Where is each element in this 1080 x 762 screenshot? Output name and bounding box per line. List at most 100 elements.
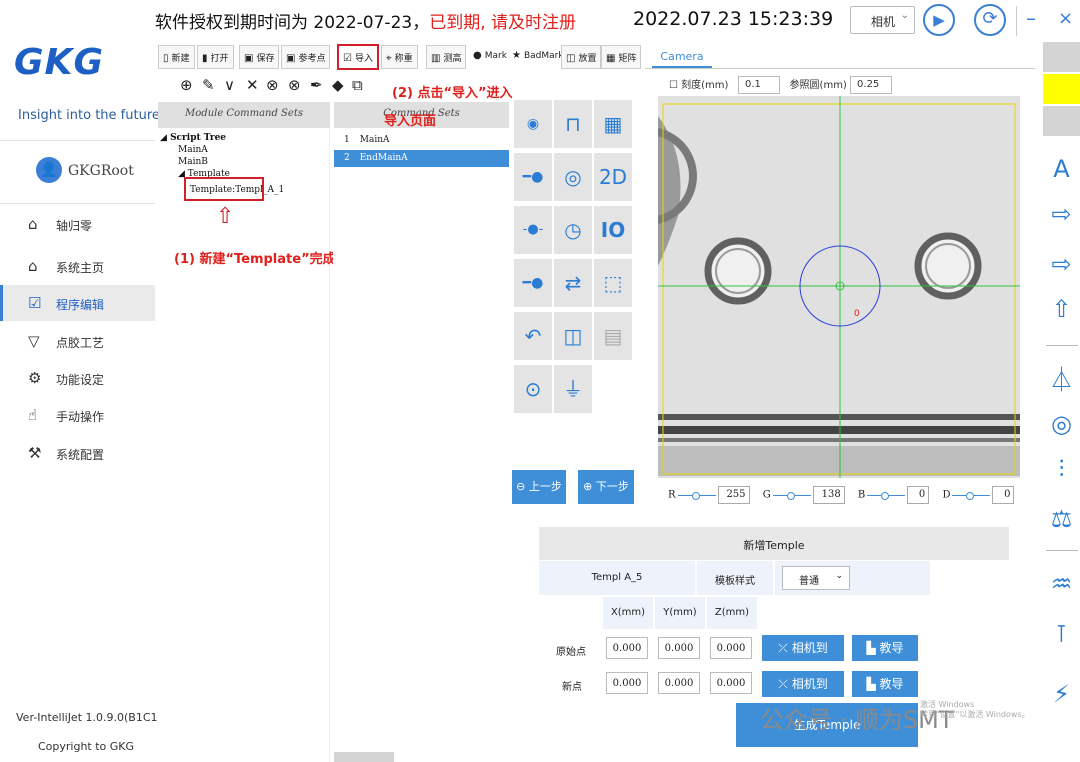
arrow-right-icon[interactable]: ⇨ bbox=[1043, 200, 1080, 228]
move-up-icon[interactable]: ⊗ bbox=[266, 76, 279, 94]
funnel-icon[interactable]: ⏃ bbox=[1043, 360, 1080, 395]
import-button[interactable]: ☑ 导入 bbox=[337, 44, 379, 70]
tree-item[interactable]: MainB bbox=[160, 156, 284, 168]
reference-icon: ▣ bbox=[286, 53, 296, 64]
teach-button[interactable]: ▙ 教导 bbox=[852, 671, 918, 697]
save-button[interactable]: ▣ 保存 bbox=[239, 45, 280, 69]
arrow-right-icon[interactable]: ⇨ bbox=[1043, 250, 1080, 278]
check-icon[interactable]: ∨ bbox=[224, 76, 235, 94]
pen-icon[interactable]: ✒ bbox=[310, 76, 323, 94]
value-g[interactable]: 138 bbox=[812, 486, 845, 504]
tree-item[interactable]: MainA bbox=[160, 144, 284, 156]
drops-icon[interactable]: ♒ bbox=[1043, 570, 1080, 598]
nav-item-function-settings[interactable]: ⚙ 功能设定 bbox=[0, 360, 155, 396]
arc-icon[interactable]: ↶ bbox=[514, 312, 552, 360]
run-icon[interactable]: ⚡ bbox=[1043, 680, 1080, 708]
valve-icon[interactable]: ⏚ bbox=[554, 365, 592, 413]
fill-icon[interactable]: ◆ bbox=[332, 76, 344, 94]
delete-icon[interactable]: ✕ bbox=[246, 76, 259, 94]
line-end-icon[interactable]: ━● bbox=[514, 259, 552, 307]
dispense-icon[interactable]: ⫶ bbox=[1043, 455, 1080, 483]
new-y-input[interactable]: 0.000 bbox=[658, 672, 700, 694]
slider-r[interactable] bbox=[677, 491, 716, 500]
slider-d[interactable] bbox=[952, 491, 991, 500]
scale-select[interactable]: 0.1 bbox=[738, 76, 780, 94]
reference-point-button[interactable]: ▣ 参考点 bbox=[281, 45, 331, 69]
command-row-selected[interactable]: 2 EndMainA bbox=[334, 150, 509, 167]
nav-item-system-home[interactable]: ⌂ 系统主页 bbox=[0, 248, 155, 284]
target-icon[interactable]: ◎ bbox=[1043, 410, 1080, 438]
path-icon[interactable]: ⊓ bbox=[554, 100, 592, 148]
style-select[interactable]: 普通 ⌄ bbox=[782, 566, 850, 590]
camera-to-button[interactable]: ⤫ 相机到 bbox=[762, 671, 844, 697]
origin-z-input[interactable]: 0.000 bbox=[710, 637, 752, 659]
origin-y-input[interactable]: 0.000 bbox=[658, 637, 700, 659]
qr-icon[interactable]: ▦ bbox=[594, 100, 632, 148]
matrix-button[interactable]: ▦ 矩阵 bbox=[601, 45, 642, 69]
move-down-icon[interactable]: ⊗ bbox=[288, 76, 301, 94]
value-d[interactable]: 0 bbox=[992, 486, 1015, 504]
value-r[interactable]: 255 bbox=[717, 486, 750, 504]
folder-icon: ▮ bbox=[202, 53, 208, 64]
teach-button[interactable]: ▙ 教导 bbox=[852, 635, 918, 661]
slider-g[interactable] bbox=[772, 491, 811, 500]
copy-icon[interactable]: ⧉ bbox=[352, 76, 363, 94]
edit-icon[interactable]: ✎ bbox=[202, 76, 215, 94]
next-label: 下一步 bbox=[595, 480, 629, 493]
nav-label: 点胶工艺 bbox=[56, 336, 105, 350]
new-z-input[interactable]: 0.000 bbox=[710, 672, 752, 694]
template-name[interactable]: Templ A_5 bbox=[539, 561, 695, 595]
circle-icon[interactable]: ◎ bbox=[554, 153, 592, 201]
nav-item-program-edit[interactable]: ☑ 程序编辑 bbox=[0, 285, 155, 321]
form-title: 新增Temple bbox=[539, 527, 1009, 560]
module-panel bbox=[158, 102, 330, 762]
height-measure-button[interactable]: ▥ 测高 bbox=[426, 45, 467, 69]
ref-circle-input[interactable]: 0.25 bbox=[850, 76, 893, 94]
frame-icon[interactable]: ⬚ bbox=[594, 259, 632, 307]
value-b[interactable]: 0 bbox=[907, 486, 930, 504]
tree-root[interactable]: ◢ Script Tree bbox=[160, 132, 284, 144]
camera-select[interactable]: 相机 bbox=[850, 6, 915, 34]
camera-to-label: 相机到 bbox=[791, 677, 828, 691]
command-row[interactable]: 1 MainA bbox=[334, 132, 509, 149]
camera-view[interactable]: 0 bbox=[658, 96, 1020, 478]
line-start-icon[interactable]: ━● bbox=[514, 153, 552, 201]
version-label: Ver-IntelliJet 1.0.9.0(B1C1F1) bbox=[16, 711, 176, 724]
target-icon[interactable]: ⊙ bbox=[514, 365, 552, 413]
open-button[interactable]: ▮ 打开 bbox=[197, 45, 234, 69]
nav-item-dispense-process[interactable]: ▽ 点胶工艺 bbox=[0, 323, 155, 359]
nav-item-home-axis[interactable]: ⌂ 轴归零 bbox=[0, 206, 155, 242]
camera-to-button[interactable]: ⤫ 相机到 bbox=[762, 635, 844, 661]
balance-icon[interactable]: ⚖ bbox=[1043, 505, 1080, 533]
line-mid-icon[interactable]: -●- bbox=[514, 206, 552, 254]
nozzle-icon[interactable]: ⊺ bbox=[1043, 620, 1080, 648]
scale-checkbox[interactable]: ☐ bbox=[669, 80, 678, 91]
weigh-button[interactable]: ⌖ 称重 bbox=[381, 45, 418, 69]
io-icon[interactable]: IO bbox=[594, 206, 632, 254]
new-x-input[interactable]: 0.000 bbox=[606, 672, 648, 694]
mark-button[interactable]: ● Mark bbox=[469, 45, 511, 69]
close-button[interactable]: × bbox=[1058, 8, 1073, 29]
nav-item-manual-operation[interactable]: ☝ 手动操作 bbox=[0, 397, 155, 433]
minimize-button[interactable]: – bbox=[1026, 6, 1036, 30]
align-icon[interactable]: ◫ bbox=[554, 312, 592, 360]
badmark-button[interactable]: ★ BadMark bbox=[508, 45, 568, 69]
tab-camera[interactable]: Camera bbox=[652, 50, 712, 68]
origin-x-input[interactable]: 0.000 bbox=[606, 637, 648, 659]
prev-step-button[interactable]: ⊖ 上一步 bbox=[512, 470, 566, 504]
play-icon[interactable]: ▶ bbox=[923, 4, 955, 36]
2d-code-icon[interactable]: 2D bbox=[594, 153, 632, 201]
place-button[interactable]: ◫ 放置 bbox=[561, 45, 602, 69]
loop-icon[interactable]: ⇄ bbox=[554, 259, 592, 307]
clock-icon[interactable]: ◷ bbox=[554, 206, 592, 254]
reload-icon[interactable]: ⟳ bbox=[974, 4, 1006, 36]
next-step-button[interactable]: ⊕ 下一步 bbox=[578, 470, 634, 504]
arrow-up-icon[interactable]: ⇧ bbox=[1043, 295, 1080, 323]
text-icon[interactable]: A bbox=[1043, 155, 1080, 183]
point-icon[interactable]: ◉ bbox=[514, 100, 552, 148]
add-icon[interactable]: ⊕ bbox=[180, 76, 193, 94]
nav-item-system-config[interactable]: ⚒ 系统配置 bbox=[0, 435, 155, 471]
new-button[interactable]: ▯ 新建 bbox=[158, 45, 195, 69]
horizontal-scrollbar[interactable] bbox=[334, 752, 394, 762]
slider-b[interactable] bbox=[867, 491, 906, 500]
